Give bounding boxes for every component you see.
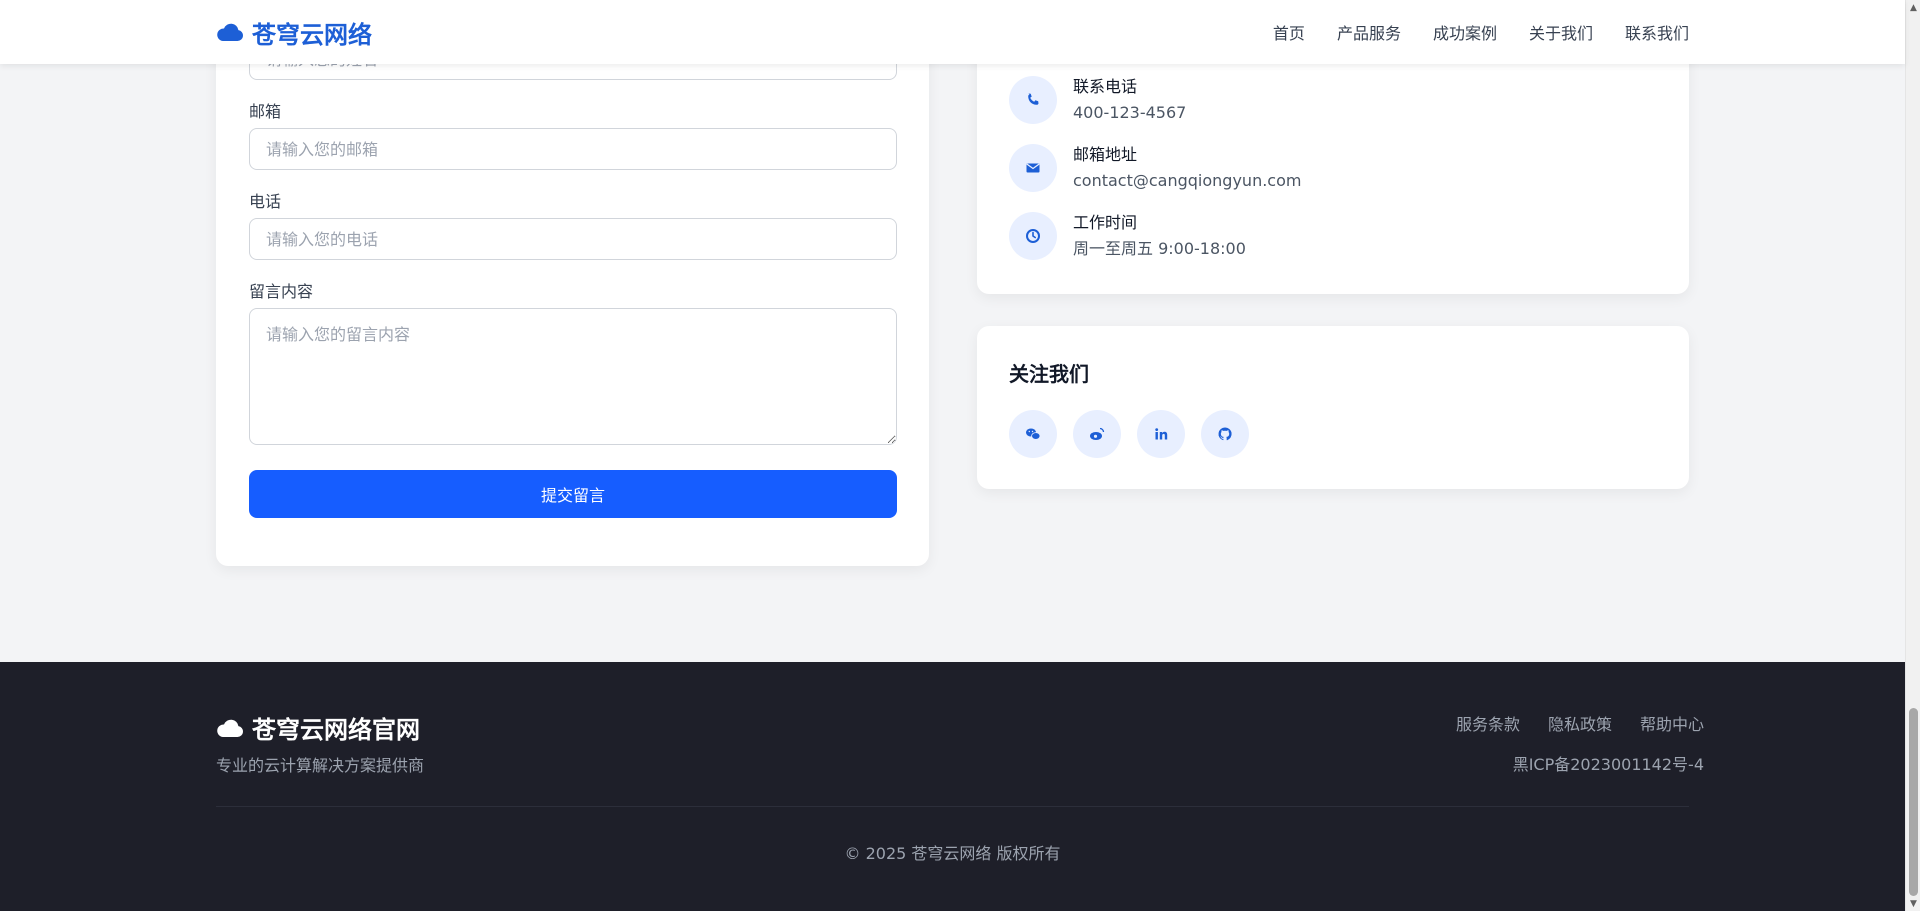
main-nav: 首页 产品服务 成功案例 关于我们 联系我们: [1273, 0, 1689, 64]
phone-icon: [1009, 76, 1057, 124]
wechat-icon[interactable]: [1009, 410, 1057, 458]
footer-brand-name: 苍穹云网络官网: [252, 716, 420, 744]
nav-cases[interactable]: 成功案例: [1433, 20, 1497, 44]
footer-tagline: 专业的云计算解决方案提供商: [216, 756, 425, 775]
social-links: [1009, 410, 1249, 458]
phone-field[interactable]: [249, 218, 897, 260]
hours-value: 周一至周五 9:00-18:00: [1073, 239, 1246, 258]
phone-value: 400-123-4567: [1073, 103, 1187, 122]
linkedin-icon[interactable]: [1137, 410, 1185, 458]
message-label: 留言内容: [249, 282, 314, 301]
scrollbar-thumb[interactable]: [1909, 708, 1918, 896]
copyright: © 2025 苍穹云网络 版权所有: [844, 844, 1061, 863]
cloud-icon: [217, 23, 244, 42]
page-scrollbar[interactable]: ▲ ▼: [1905, 0, 1920, 911]
site-footer: [0, 662, 1905, 911]
phone-label: 电话: [249, 192, 282, 211]
cloud-icon: [217, 719, 244, 737]
footer-link-privacy[interactable]: 隐私政策: [1548, 711, 1612, 735]
email-value: contact@cangqiongyun.com: [1073, 171, 1302, 190]
header-logo[interactable]: 苍穹云网络: [216, 15, 372, 49]
footer-divider: [216, 806, 1689, 807]
footer-link-help[interactable]: 帮助中心: [1640, 711, 1704, 735]
message-textarea[interactable]: [249, 308, 897, 445]
icp-record[interactable]: 黑ICP备2023001142号-4: [1513, 751, 1704, 775]
scroll-up-arrow-icon[interactable]: ▲: [1906, 0, 1920, 15]
phone-title: 联系电话: [1073, 77, 1138, 96]
brand-name: 苍穹云网络: [252, 20, 372, 49]
footer-link-terms[interactable]: 服务条款: [1456, 711, 1520, 735]
email-label: 邮箱: [249, 102, 282, 121]
submit-button[interactable]: 提交留言: [249, 470, 897, 518]
footer-links: 服务条款 隐私政策 帮助中心: [1456, 711, 1704, 735]
top-navbar: 苍穹云网络 首页 产品服务 成功案例 关于我们 联系我们: [0, 0, 1905, 64]
hours-title: 工作时间: [1073, 213, 1138, 232]
email-title: 邮箱地址: [1073, 145, 1138, 164]
scroll-down-arrow-icon[interactable]: ▼: [1906, 896, 1920, 911]
nav-products[interactable]: 产品服务: [1337, 20, 1401, 44]
footer-logo: 苍穹云网络官网: [216, 710, 420, 745]
clock-icon: [1009, 212, 1057, 260]
weibo-icon[interactable]: [1073, 410, 1121, 458]
contact-hours-row: 工作时间 周一至周五 9:00-18:00: [1009, 210, 1246, 262]
nav-contact[interactable]: 联系我们: [1625, 20, 1689, 44]
follow-title: 关注我们: [1009, 362, 1089, 386]
github-icon[interactable]: [1201, 410, 1249, 458]
contact-email-row: 邮箱地址 contact@cangqiongyun.com: [1009, 142, 1301, 194]
nav-home[interactable]: 首页: [1273, 20, 1305, 44]
email-field[interactable]: [249, 128, 897, 170]
contact-phone-row: 联系电话 400-123-4567: [1009, 74, 1186, 126]
envelope-icon: [1009, 144, 1057, 192]
nav-about[interactable]: 关于我们: [1529, 20, 1593, 44]
follow-us-card: [977, 326, 1689, 489]
